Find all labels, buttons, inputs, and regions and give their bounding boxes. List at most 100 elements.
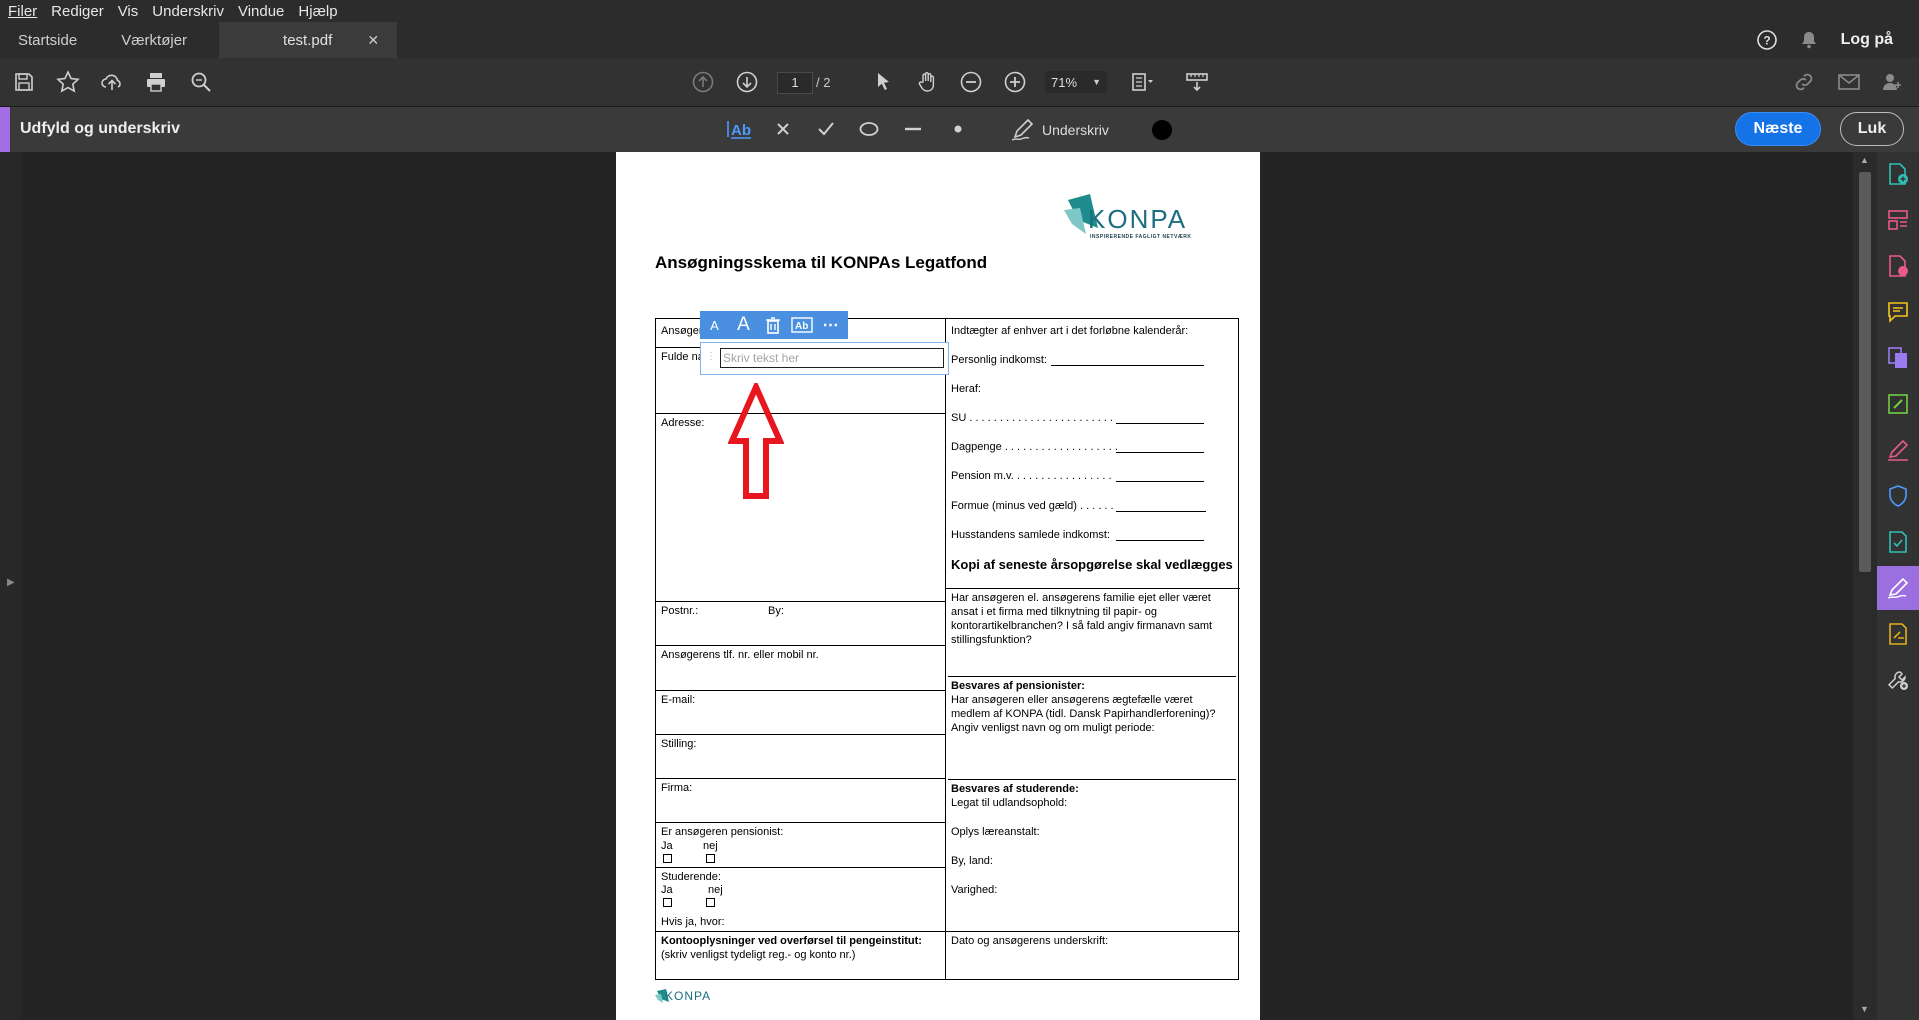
increase-font-icon[interactable]: A bbox=[729, 311, 758, 339]
expand-panel-icon[interactable]: ▶ bbox=[7, 577, 15, 588]
label-family-question: Har ansøgeren el. ansøgerens familie eje… bbox=[951, 592, 1213, 646]
protect-shield-icon[interactable] bbox=[1886, 484, 1910, 508]
login-link[interactable]: Log på bbox=[1841, 31, 1893, 49]
create-pdf-icon[interactable] bbox=[1886, 162, 1910, 186]
more-tools-icon[interactable] bbox=[1886, 668, 1910, 692]
close-button[interactable]: Luk bbox=[1840, 112, 1904, 146]
label-students-title: Besvares af studerende: bbox=[951, 783, 1079, 795]
label-no: nej bbox=[703, 840, 718, 852]
zoom-out-icon[interactable] bbox=[959, 70, 983, 94]
next-page-icon[interactable] bbox=[735, 70, 759, 94]
label-position: Stilling: bbox=[661, 738, 697, 750]
optimize-pdf-icon[interactable] bbox=[1886, 530, 1910, 554]
label-personal-income: Personlig indkomst: bbox=[951, 354, 1047, 366]
tab-home[interactable]: Startside bbox=[0, 22, 95, 58]
print-icon[interactable] bbox=[144, 70, 168, 94]
cross-mark-icon[interactable] bbox=[772, 118, 794, 140]
mail-icon[interactable] bbox=[1837, 70, 1861, 94]
share-user-icon[interactable] bbox=[1880, 70, 1904, 94]
text-field-input[interactable]: Skriv tekst her bbox=[720, 348, 944, 368]
row-line bbox=[656, 822, 945, 823]
send-for-signature-icon[interactable] bbox=[1886, 622, 1910, 646]
select-pointer-icon[interactable] bbox=[871, 70, 895, 94]
label-if-yes: Hvis ja, hvor: bbox=[661, 916, 725, 928]
search-icon[interactable] bbox=[189, 70, 213, 94]
next-button[interactable]: Næste bbox=[1735, 112, 1821, 146]
edit-pdf-icon[interactable] bbox=[1886, 392, 1910, 416]
fill-sign-tool-icon[interactable] bbox=[1886, 438, 1910, 462]
label-dagpenge: Dagpenge . . . . . . . . . . . . . . . .… bbox=[951, 441, 1118, 453]
dot-icon[interactable] bbox=[947, 118, 969, 140]
scroll-up-icon[interactable]: ▲ bbox=[1860, 155, 1869, 165]
combine-files-icon[interactable] bbox=[1886, 346, 1910, 370]
checkmark-icon[interactable] bbox=[815, 118, 837, 140]
organize-pages-icon[interactable] bbox=[1886, 208, 1910, 232]
scroll-down-icon[interactable]: ▼ bbox=[1860, 1004, 1869, 1014]
bell-icon[interactable] bbox=[1797, 28, 1821, 52]
label-pensioners-title: Besvares af pensionister: bbox=[951, 680, 1085, 692]
link-icon[interactable] bbox=[1792, 70, 1816, 94]
row-line bbox=[656, 778, 945, 779]
pen-sign-icon bbox=[1010, 118, 1036, 142]
menu-hjaelp[interactable]: Hjælp bbox=[298, 3, 337, 20]
page-number-input[interactable]: 1 bbox=[777, 72, 813, 94]
text-field-type-icon[interactable]: Ab bbox=[787, 311, 816, 339]
tab-document[interactable]: test.pdf ✕ bbox=[219, 22, 398, 58]
label-copy-note: Kopi af seneste årsopgørelse skal vedlæg… bbox=[951, 557, 1233, 572]
trash-icon[interactable] bbox=[758, 311, 787, 339]
save-icon[interactable] bbox=[12, 70, 36, 94]
row-line bbox=[656, 690, 945, 691]
help-icon[interactable]: ? bbox=[1755, 28, 1779, 52]
checkbox-pensioner-yes[interactable] bbox=[663, 854, 672, 863]
menu-vis[interactable]: Vis bbox=[118, 3, 139, 20]
label-applicant: Ansøger bbox=[661, 325, 703, 337]
zoom-in-icon[interactable] bbox=[1003, 70, 1027, 94]
row-line bbox=[656, 601, 945, 602]
tools-rail bbox=[1877, 152, 1919, 1020]
hand-icon[interactable] bbox=[915, 70, 939, 94]
tab-tools[interactable]: Værktøjer bbox=[103, 22, 205, 58]
row-line bbox=[656, 645, 945, 646]
label-household: Husstandens samlede indkomst: bbox=[951, 529, 1110, 541]
zoom-value: 71% bbox=[1051, 74, 1078, 90]
fit-page-icon[interactable] bbox=[1130, 70, 1154, 94]
line-icon[interactable] bbox=[902, 118, 924, 140]
star-icon[interactable] bbox=[56, 70, 80, 94]
fill-sign-active-indicator[interactable] bbox=[1877, 566, 1919, 610]
text-field[interactable]: ⋮ Skriv tekst her bbox=[700, 342, 949, 375]
checkbox-pensioner-no[interactable] bbox=[706, 854, 715, 863]
more-options-icon[interactable]: ⋯ bbox=[816, 311, 845, 339]
prev-page-icon[interactable] bbox=[691, 70, 715, 94]
circle-icon[interactable] bbox=[858, 118, 880, 140]
checkbox-student-yes[interactable] bbox=[663, 898, 672, 907]
pdf-page: KONPA INSPIRERENDE FAGLIGT NETVÆRK Ansøg… bbox=[616, 152, 1260, 1020]
checkbox-student-no[interactable] bbox=[706, 898, 715, 907]
add-text-icon[interactable]: Ab bbox=[725, 117, 753, 141]
export-pdf-icon[interactable] bbox=[1886, 254, 1910, 278]
menu-filer[interactable]: Filer bbox=[8, 3, 37, 20]
logo-text: KONPA bbox=[1088, 204, 1188, 234]
scroll-thumb[interactable] bbox=[1859, 172, 1871, 572]
vertical-scrollbar[interactable]: ▲ ▼ bbox=[1853, 152, 1877, 1020]
underline-household bbox=[1116, 540, 1204, 541]
footer-logo-text: KONPA bbox=[665, 989, 712, 1003]
sign-label: Underskriv bbox=[1042, 122, 1109, 138]
label-students-abroad: Legat til udlandsophold: bbox=[951, 797, 1068, 809]
label-no: nej bbox=[708, 884, 723, 896]
menu-vindue[interactable]: Vindue bbox=[238, 3, 284, 20]
upload-cloud-icon[interactable] bbox=[100, 70, 124, 94]
ink-color-swatch[interactable] bbox=[1152, 120, 1172, 140]
close-tab-icon[interactable]: ✕ bbox=[367, 32, 379, 49]
form-heading: Ansøgningsskema til KONPAs Legatfond bbox=[655, 253, 988, 272]
measure-icon[interactable] bbox=[1185, 70, 1209, 94]
decrease-font-icon[interactable]: A bbox=[700, 311, 729, 339]
row-line bbox=[656, 734, 945, 735]
fill-sign-title: Udfyld og underskriv bbox=[20, 120, 181, 137]
zoom-select[interactable]: 71% ▼ bbox=[1045, 71, 1107, 93]
label-formue: Formue (minus ved gæld) . . . . . . bbox=[951, 500, 1114, 512]
menu-rediger[interactable]: Rediger bbox=[51, 3, 104, 20]
menu-underskriv[interactable]: Underskriv bbox=[152, 3, 224, 20]
drag-handle-icon[interactable]: ⋮ bbox=[706, 351, 716, 362]
sign-button[interactable]: Underskriv bbox=[1010, 117, 1109, 143]
comment-icon[interactable] bbox=[1886, 300, 1910, 324]
